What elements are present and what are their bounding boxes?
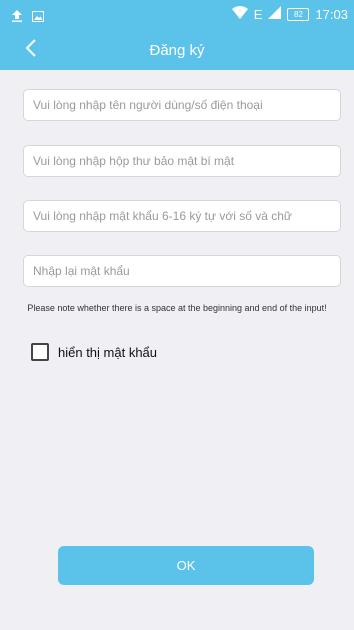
show-password-checkbox[interactable] bbox=[31, 343, 49, 361]
show-password-toggle[interactable]: hiển thị mật khẩu bbox=[31, 343, 157, 361]
password-input[interactable] bbox=[23, 200, 341, 232]
status-left-icons bbox=[12, 9, 44, 27]
clock: 17:03 bbox=[315, 6, 348, 22]
image-icon bbox=[32, 9, 44, 27]
upload-icon bbox=[12, 9, 22, 27]
signal-icon bbox=[268, 6, 282, 22]
ok-button[interactable]: OK bbox=[58, 546, 314, 585]
page-title: Đăng ký bbox=[149, 42, 205, 59]
email-input[interactable] bbox=[23, 145, 341, 177]
confirm-password-input[interactable] bbox=[23, 255, 341, 287]
input-note: Please note whether there is a space at … bbox=[27, 303, 327, 313]
status-right: E 82 17:03 bbox=[231, 6, 348, 22]
network-type: E bbox=[253, 6, 263, 22]
show-password-label: hiển thị mật khẩu bbox=[58, 344, 158, 360]
battery-icon: 82 bbox=[287, 7, 310, 21]
status-bar: E 82 17:03 bbox=[0, 0, 354, 32]
username-input[interactable] bbox=[23, 89, 341, 121]
header-bar: Đăng ký bbox=[0, 32, 354, 70]
wifi-icon bbox=[231, 6, 248, 22]
